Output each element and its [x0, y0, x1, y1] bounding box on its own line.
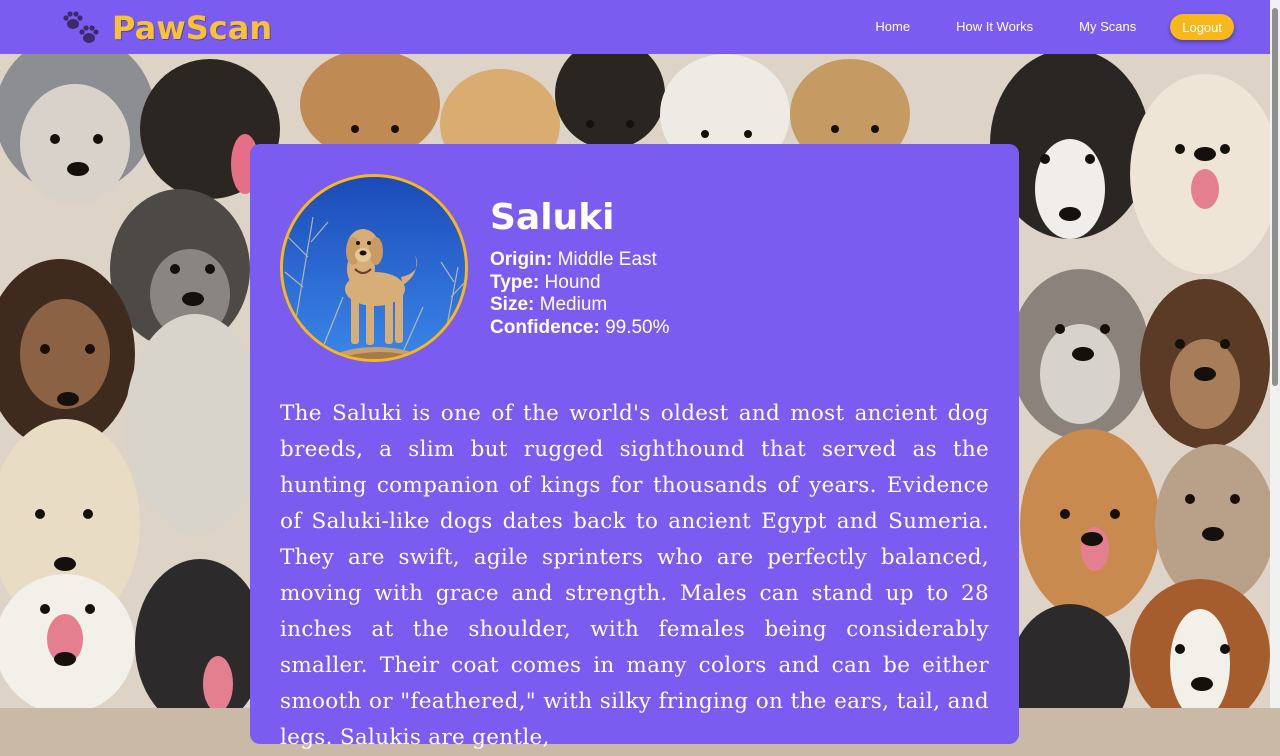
- fact-label: Size:: [490, 294, 535, 315]
- fact-value: Hound: [544, 271, 601, 293]
- fact-value: 99.50%: [605, 316, 670, 338]
- fact-value: Middle East: [557, 249, 657, 270]
- nav-my-scans-link[interactable]: My Scans: [1079, 14, 1136, 40]
- breed-facts: Origin: Middle East Type: Hound Size: Me…: [490, 249, 670, 339]
- fact-label: Type:: [490, 271, 540, 293]
- dog-photo: [280, 174, 468, 362]
- scrollbar-thumb[interactable]: [1272, 8, 1278, 386]
- fact-value: Medium: [539, 294, 608, 315]
- breed-description: The Saluki is one of the world's oldest …: [280, 401, 989, 750]
- brand-name: PawScan: [112, 9, 273, 47]
- fact-size: Size: Medium: [490, 294, 670, 317]
- nav-home-link[interactable]: Home: [875, 14, 910, 40]
- nav-how-it-works-link[interactable]: How It Works: [956, 14, 1033, 40]
- nav-links: Home How It Works My Scans Logout: [829, 14, 1234, 40]
- fact-confidence: Confidence: 99.50%: [490, 317, 670, 340]
- brand-logo[interactable]: PawScan: [62, 10, 272, 46]
- fact-type: Type: Hound: [490, 272, 670, 295]
- fact-label: Origin:: [490, 249, 553, 270]
- logout-button[interactable]: Logout: [1170, 14, 1234, 40]
- page-scrollbar[interactable]: [1270, 0, 1280, 708]
- fact-origin: Origin: Middle East: [490, 249, 670, 272]
- navbar: PawScan Home How It Works My Scans Logou…: [0, 0, 1270, 54]
- breed-result-card: Saluki Origin: Middle East Type: Hound S…: [250, 144, 1019, 750]
- fact-label: Confidence:: [490, 316, 600, 338]
- breed-name: Saluki: [490, 197, 615, 238]
- paw-prints-icon: [62, 10, 100, 46]
